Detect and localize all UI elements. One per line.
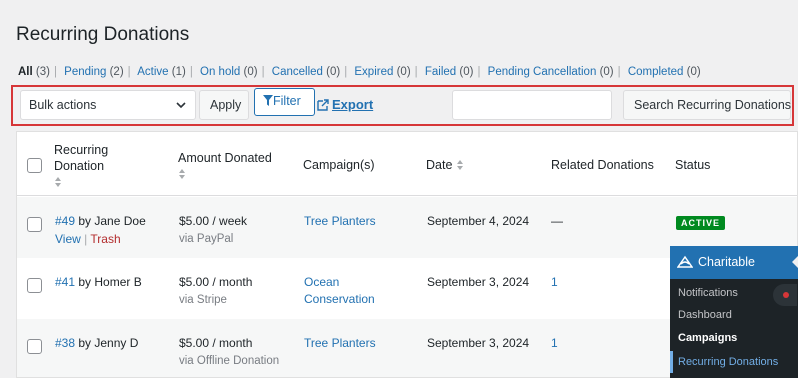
amount-value: $5.00 / week <box>179 214 248 228</box>
status-filter-links: All (3) | Pending (2) | Active (1) | On hol… <box>18 66 701 78</box>
campaign-link[interactable]: Tree Planters <box>304 335 376 352</box>
column-recurring-donation-line2: Donation <box>54 159 105 173</box>
donor-name: by Homer B <box>75 275 142 289</box>
bulk-actions-select[interactable]: Bulk actions <box>20 90 196 120</box>
recurring-donations-page: Recurring Donations All (3) | Pending (2)… <box>0 0 798 378</box>
notification-indicator <box>773 284 797 306</box>
charitable-menu-title: Charitable <box>698 255 755 269</box>
donation-title: #41 by Homer B <box>55 274 142 291</box>
filter-pending[interactable]: Pending (2) <box>64 66 123 78</box>
row-checkbox[interactable] <box>27 339 42 354</box>
chevron-down-icon <box>176 102 186 109</box>
row-checkbox[interactable] <box>27 217 42 232</box>
payment-gateway: via PayPal <box>179 233 234 245</box>
row-actions: View | Trash <box>55 231 121 248</box>
filter-completed[interactable]: Completed (0) <box>628 66 701 78</box>
donation-id-link[interactable]: #38 <box>55 336 75 350</box>
select-all-checkbox[interactable] <box>27 158 42 173</box>
sort-icon <box>55 177 61 187</box>
related-donations-link[interactable]: 1 <box>551 335 558 352</box>
filter-failed[interactable]: Failed (0) <box>425 66 474 78</box>
page-title: Recurring Donations <box>16 24 190 45</box>
filter-pending-cancellation[interactable]: Pending Cancellation (0) <box>488 66 614 78</box>
amount-value: $5.00 / month <box>179 275 253 289</box>
donation-title: #38 by Jenny D <box>55 335 138 352</box>
notification-dot-icon <box>783 292 789 298</box>
view-link[interactable]: View <box>55 232 81 246</box>
payment-gateway: via Stripe <box>179 294 227 306</box>
column-campaigns: Campaign(s) <box>303 158 375 172</box>
donation-date: September 4, 2024 <box>427 214 530 228</box>
donation-date: September 3, 2024 <box>427 275 530 289</box>
export-icon <box>317 99 329 111</box>
related-donations: — <box>551 214 563 228</box>
campaign-name-line2: Conservation <box>304 292 375 306</box>
filter-button-label: Filter <box>273 94 301 108</box>
menu-item-notifications[interactable]: Notifications <box>678 287 738 299</box>
table-header: Recurring Donation Amount Donated Campai… <box>17 132 797 196</box>
column-amount-label: Amount Donated <box>178 151 272 165</box>
bulk-actions-value: Bulk actions <box>29 98 97 112</box>
donation-id-link[interactable]: #41 <box>55 275 75 289</box>
campaign-name-line1: Ocean <box>304 275 340 289</box>
filter-all[interactable]: All (3) <box>18 66 50 78</box>
menu-item-recurring-donations[interactable]: Recurring Donations <box>678 356 778 368</box>
row-action-separator: | <box>84 232 88 246</box>
donation-title: #49 by Jane Doe <box>55 213 146 230</box>
apply-button[interactable]: Apply <box>199 90 249 120</box>
filter-cancelled[interactable]: Cancelled (0) <box>272 66 340 78</box>
trash-link[interactable]: Trash <box>90 232 120 246</box>
column-amount-donated[interactable]: Amount Donated <box>178 150 272 180</box>
column-recurring-donation-line1: Recurring <box>54 143 109 157</box>
amount-value: $5.00 / month <box>179 336 253 350</box>
column-related-donations: Related Donations <box>551 158 654 172</box>
campaign-link[interactable]: Tree Planters <box>304 213 376 230</box>
menu-pointer-arrow <box>792 256 798 268</box>
row-checkbox[interactable] <box>27 278 42 293</box>
filter-button[interactable]: Filter <box>254 88 315 116</box>
charitable-menu-header[interactable]: Charitable <box>670 246 798 279</box>
export-label: Export <box>332 97 374 112</box>
filter-on-hold[interactable]: On hold (0) <box>200 66 258 78</box>
filter-funnel-icon <box>263 95 273 106</box>
status-badge: ACTIVE <box>676 216 726 230</box>
column-date-label: Date <box>426 158 453 172</box>
menu-item-campaigns[interactable]: Campaigns <box>678 332 737 344</box>
column-recurring-donation[interactable]: Recurring Donation <box>54 142 108 188</box>
sort-icon <box>179 169 185 179</box>
sort-icon <box>457 160 464 170</box>
admin-flyout-menu: Charitable Notifications Dashboard Campa… <box>670 246 798 378</box>
column-date[interactable]: Date <box>426 157 464 173</box>
search-recurring-donations-button[interactable]: Search Recurring Donations <box>623 90 791 120</box>
campaign-link[interactable]: Ocean Conservation <box>304 274 375 308</box>
search-input[interactable] <box>452 90 612 120</box>
donor-name: by Jane Doe <box>75 214 146 228</box>
payment-gateway: via Offline Donation <box>179 355 280 367</box>
filter-expired[interactable]: Expired (0) <box>354 66 410 78</box>
filter-active[interactable]: Active (1) <box>137 66 186 78</box>
related-donations-link[interactable]: 1 <box>551 274 558 291</box>
table-toolbar: Bulk actions Apply Filter Export Search … <box>11 85 794 126</box>
export-link[interactable]: Export <box>317 97 373 112</box>
donation-date: September 3, 2024 <box>427 336 530 350</box>
donor-name: by Jenny D <box>75 336 139 350</box>
column-status: Status <box>675 158 711 172</box>
active-menu-indicator <box>670 351 673 373</box>
charitable-logo-icon <box>677 255 693 268</box>
menu-item-dashboard[interactable]: Dashboard <box>678 309 732 321</box>
donation-id-link[interactable]: #49 <box>55 214 75 228</box>
